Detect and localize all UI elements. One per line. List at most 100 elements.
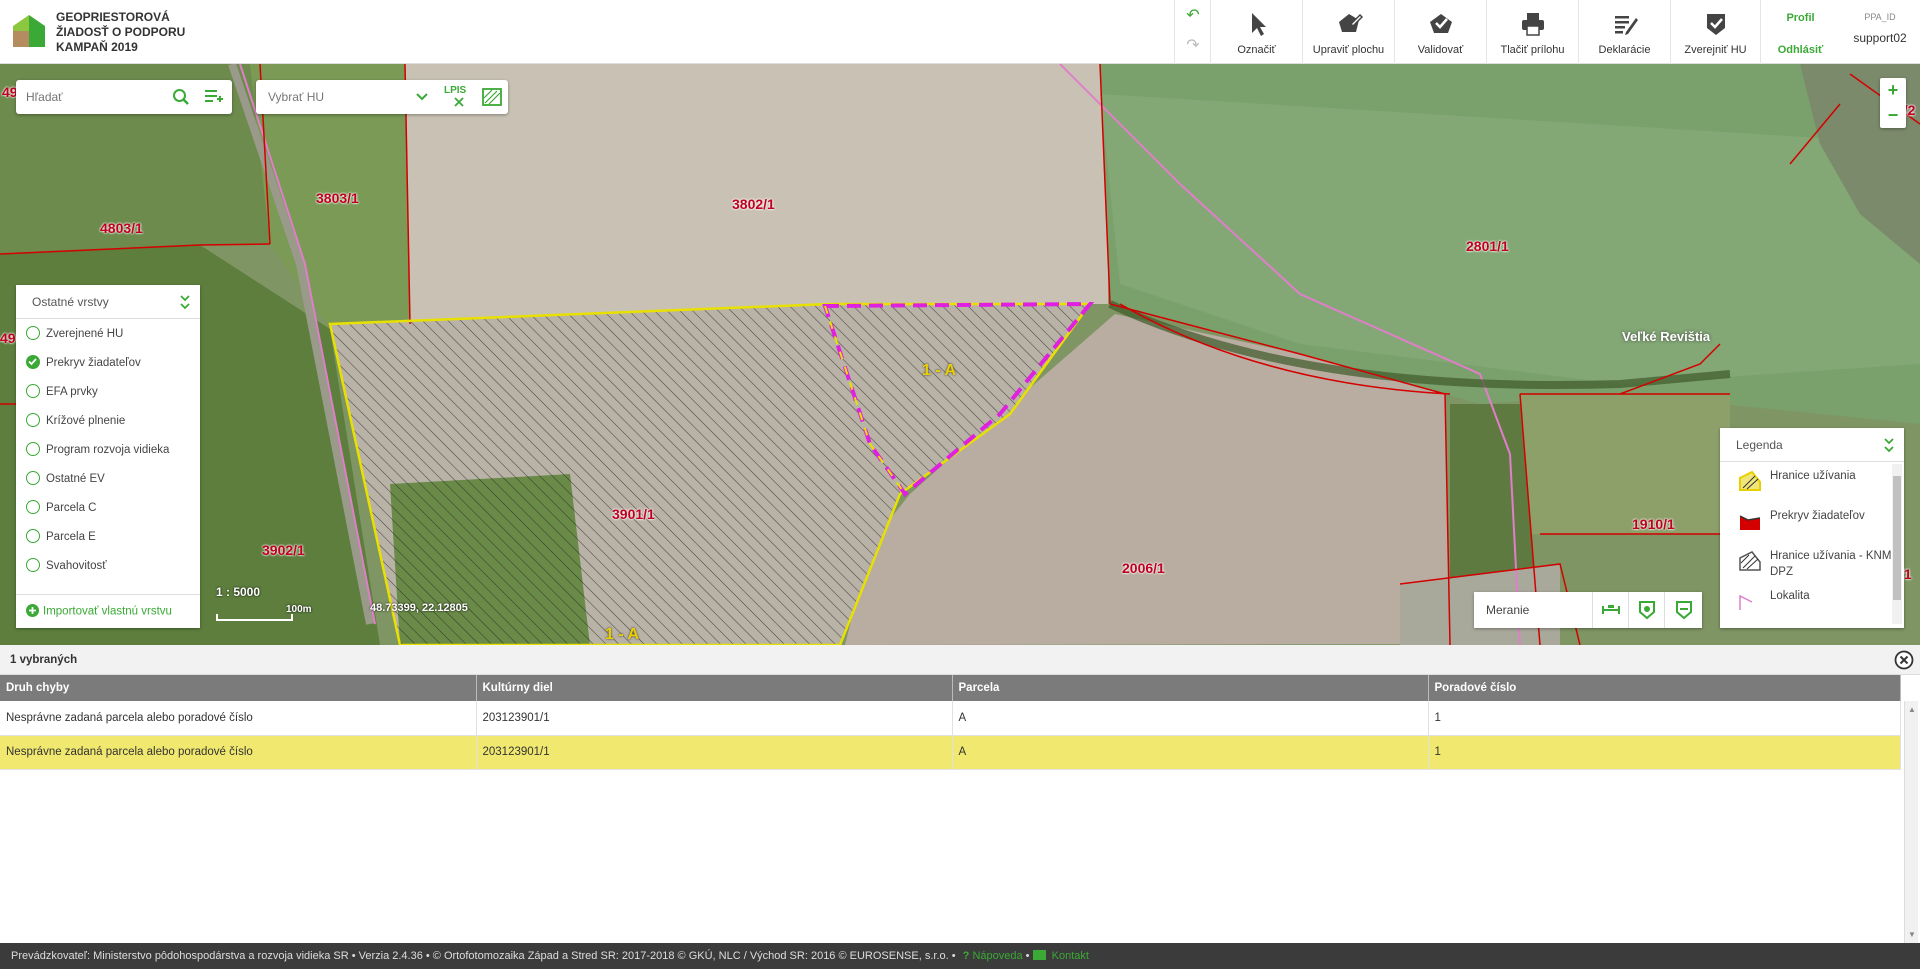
undo-icon[interactable]: ↶ [1183,6,1203,26]
zoom-out-button[interactable]: − [1880,103,1906,128]
column-header-error-type[interactable]: Druh chyby [0,675,477,701]
contact-link[interactable]: Kontakt [1052,950,1089,962]
radio-icon[interactable] [26,384,40,398]
help-link[interactable]: Nápoveda [972,950,1022,962]
scale-bar-label: 100m [286,604,312,615]
select-button[interactable]: Označiť [1210,0,1302,64]
layers-panel-header[interactable]: Ostatné vrstvy [16,285,200,319]
layer-item-label: Krížové plnenie [46,415,126,428]
logout-link[interactable]: Odhlásiť [1761,44,1840,56]
layer-hatch-icon[interactable] [482,88,502,106]
publish-hu-label: Zverejniť HU [1684,44,1747,56]
results-count: 1 vybraných [10,654,78,666]
footer: Prevádzkovateľ: Ministerstvo pôdohospodá… [0,943,1920,969]
plus-icon [26,604,39,617]
print-attachment-label: Tlačiť prílohu [1500,44,1565,56]
app-header: GEOPRIESTOROVÁ ŽIADOSŤ O PODPORU KAMPAŇ … [0,0,1920,64]
scroll-down-icon[interactable]: ▼ [1908,930,1916,939]
cell-order-number: 1 [1428,701,1901,736]
lpis-toggle[interactable]: LPIS [444,85,466,96]
brand-line-3: KAMPAŇ 2019 [56,40,138,54]
measure-area-icon [1639,601,1655,620]
collapse-icon[interactable] [180,294,190,310]
hu-select[interactable]: Vybrať HU [268,90,428,104]
radio-icon[interactable] [26,471,40,485]
table-row[interactable]: Nesprávne zadaná parcela alebo poradové … [0,701,1901,736]
layer-item-parcel-e[interactable]: Parcela E [16,522,200,551]
column-header-culture-part[interactable]: Kultúrny diel [476,675,953,701]
legend-item: Prekryv žiadateľov [1720,502,1904,542]
layer-item-efa[interactable]: EFA prvky [16,377,200,406]
layer-item-published-hu[interactable]: Zverejnené HU [16,319,200,348]
parcel-label: 3803/1 [316,190,359,206]
table-row-selected[interactable]: Nesprávne zadaná parcela alebo poradové … [0,735,1901,770]
brand-line-2: ŽIADOSŤ O PODPORU [56,25,186,39]
validate-button[interactable]: Validovať [1394,0,1486,64]
publish-hu-button[interactable]: Zverejniť HU [1670,0,1760,64]
results-table: Druh chyby Kultúrny diel Parcela Poradov… [0,675,1901,770]
map-coordinates: 48.73399, 22.12805 [370,602,468,614]
mail-icon [1032,950,1046,961]
chevron-down-icon[interactable] [416,92,428,102]
user-id-label: PPA_ID [1864,12,1896,22]
search-input[interactable] [26,87,166,107]
measure-clear-button[interactable] [1664,592,1702,628]
print-icon [1521,13,1544,36]
redo-icon[interactable]: ↷ [1183,36,1203,56]
close-icon[interactable] [454,97,464,107]
parcel-label: 3802/1 [732,196,775,212]
edit-area-button[interactable]: Upraviť plochu [1302,0,1394,64]
cell-culture-part: 203123901/1 [476,701,953,736]
layer-item-applicant-overlap[interactable]: Prekryv žiadateľov [16,348,200,377]
publish-icon [1706,14,1725,35]
parcel-label: 1910/1 [1632,516,1675,532]
legend-header[interactable]: Legenda [1720,428,1904,462]
user-info: PPA_ID support02 [1840,0,1920,64]
layer-item-slope[interactable]: Svahovitosť [16,551,200,580]
layer-item-cross-compliance[interactable]: Krížové plnenie [16,406,200,435]
legend-item-label: Lokalita [1770,590,1810,602]
radio-icon[interactable] [26,529,40,543]
radio-icon[interactable] [26,442,40,456]
legend-item-label: Prekryv žiadateľov [1770,510,1865,522]
cursor-icon [1251,13,1266,36]
layer-item-label: Zverejnené HU [46,328,124,341]
print-attachment-button[interactable]: Tlačiť prílohu [1486,0,1578,64]
cell-error-type: Nesprávne zadaná parcela alebo poradové … [0,701,477,736]
import-layer-button[interactable]: Importovať vlastnú vrstvu [16,594,200,628]
zoom-in-button[interactable]: + [1880,78,1906,103]
cell-parcel: A [952,701,1429,736]
layer-item-rural-development[interactable]: Program rozvoja vidieka [16,435,200,464]
cell-parcel: A [952,735,1429,770]
radio-checked-icon[interactable] [26,355,40,369]
layer-item-other-ev[interactable]: Ostatné EV [16,464,200,493]
advanced-search-icon[interactable] [204,88,224,106]
map-view[interactable]: 4803/1 3803/1 3802/1 2801/1 3901/1 3902/… [0,64,1920,645]
results-scrollbar[interactable]: ▲ ▼ [1904,701,1918,943]
layer-item-parcel-c[interactable]: Parcela C [16,493,200,522]
legend-scrollbar[interactable] [1892,464,1902,624]
layers-panel-title: Ostatné vrstvy [32,295,109,309]
column-header-parcel[interactable]: Parcela [952,675,1429,701]
scroll-up-icon[interactable]: ▲ [1908,705,1916,714]
profile-link[interactable]: Profil [1761,12,1840,24]
results-header: 1 vybraných [0,645,1920,675]
close-panel-icon[interactable] [1894,650,1914,670]
search-icon[interactable] [172,88,190,106]
parcel-label: 3901/1 [612,506,655,522]
column-header-order-number[interactable]: Poradové číslo [1428,675,1901,701]
parcel-label: 4803/1 [100,220,143,236]
app-logo [13,15,45,47]
locality-label: Veľké Revištia [1622,329,1711,344]
radio-icon[interactable] [26,326,40,340]
select-label: Označiť [1237,44,1276,56]
radio-icon[interactable] [26,413,40,427]
collapse-icon[interactable] [1884,437,1894,453]
measure-distance-button[interactable] [1592,592,1628,628]
radio-icon[interactable] [26,558,40,572]
other-layers-panel: Ostatné vrstvy Zverejnené HU Prekryv žia… [16,285,200,628]
zoom-control: + − [1880,78,1906,128]
declarations-button[interactable]: Deklarácie [1578,0,1670,64]
measure-area-button[interactable] [1628,592,1664,628]
radio-icon[interactable] [26,500,40,514]
